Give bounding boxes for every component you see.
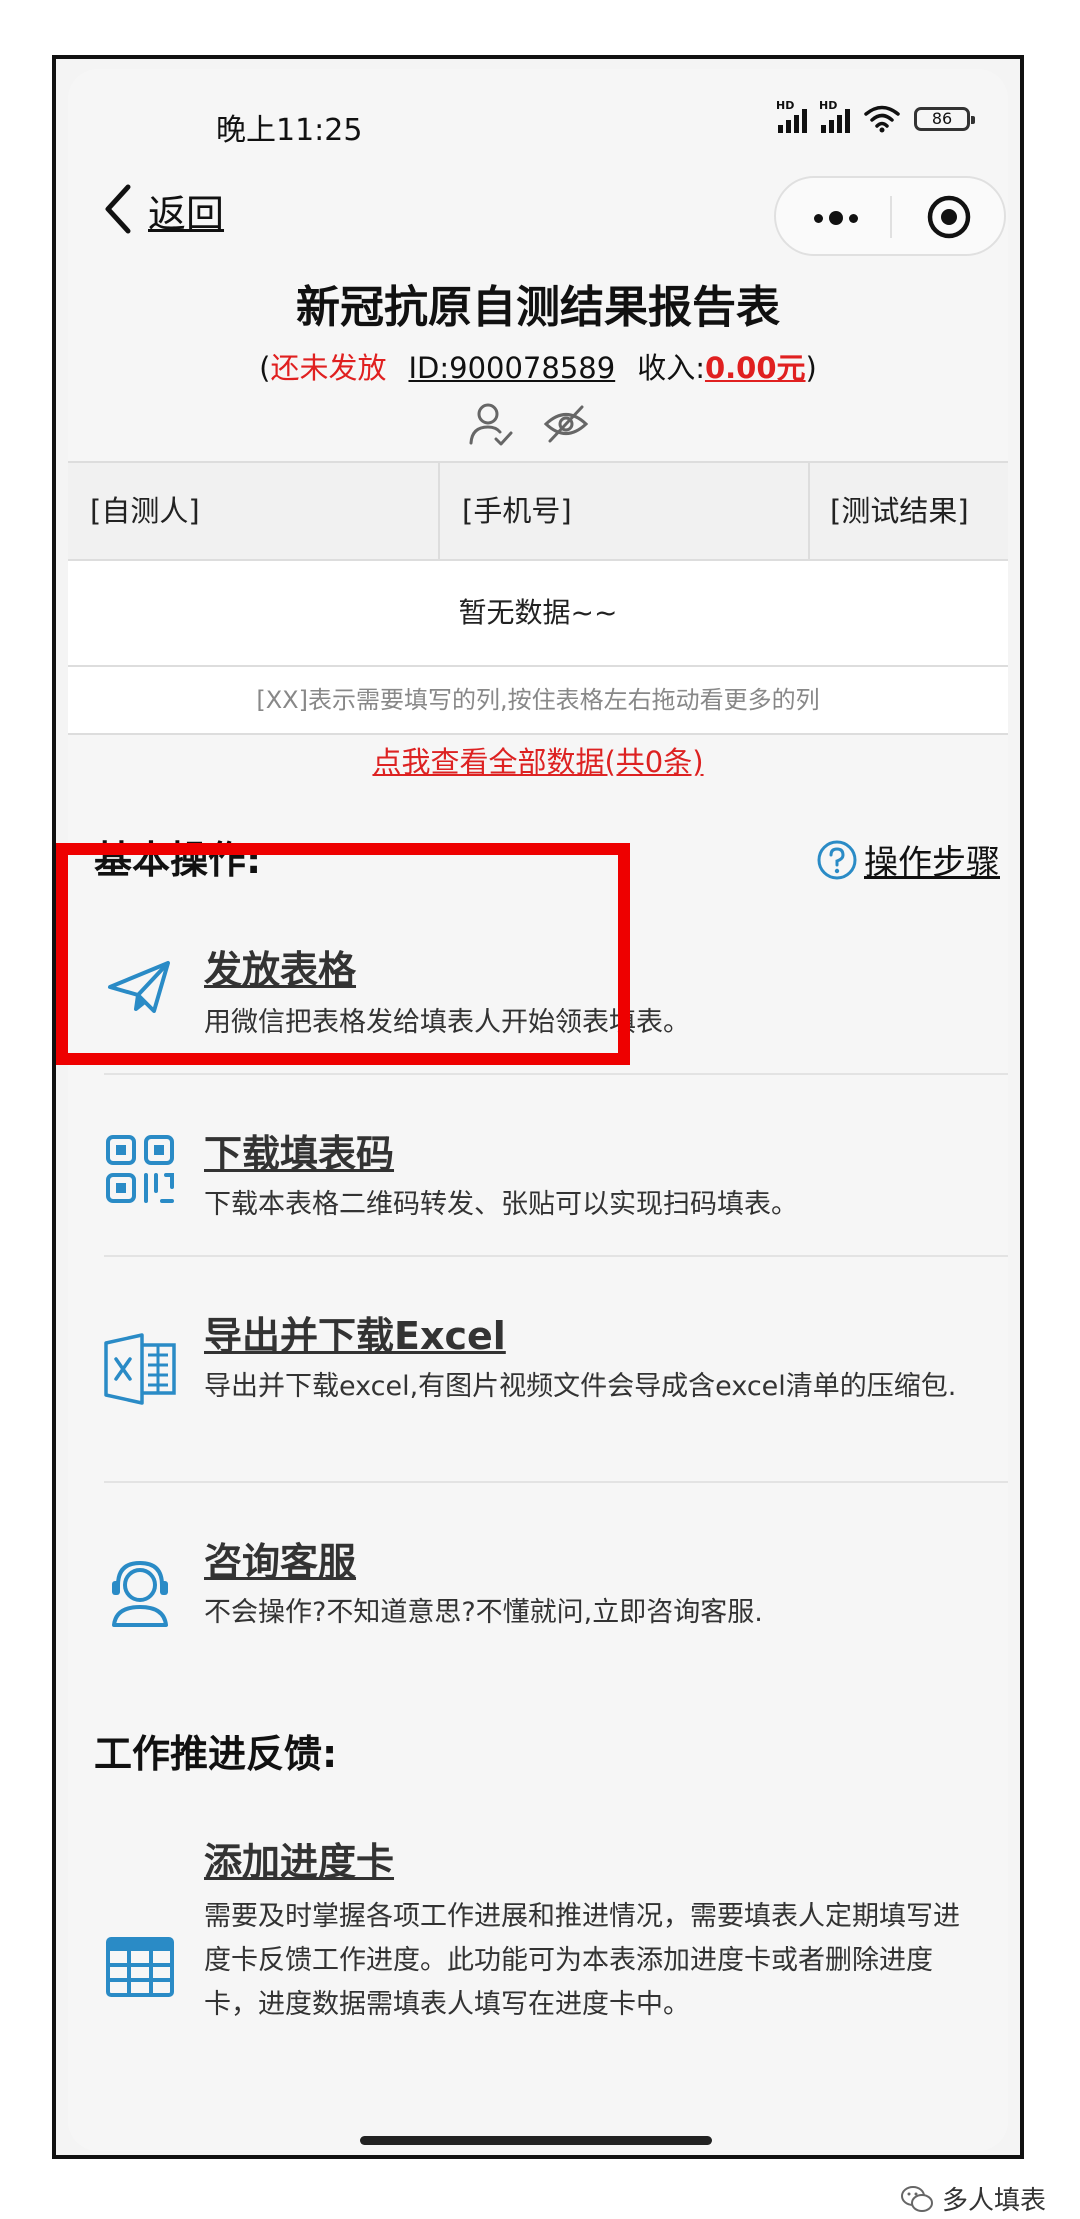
home-indicator[interactable] bbox=[360, 2136, 712, 2145]
empty-state: 暂无数据~~ bbox=[68, 561, 1008, 667]
income-value[interactable]: 0.00元 bbox=[705, 351, 806, 385]
divider bbox=[104, 1255, 1008, 1257]
op-title: 下载填表码 bbox=[204, 1132, 395, 1176]
back-button[interactable]: 返回 bbox=[148, 183, 224, 238]
op-title: 咨询客服 bbox=[204, 1540, 357, 1584]
feedback-title: 工作推进反馈: bbox=[94, 1732, 338, 1776]
eye-off-icon[interactable] bbox=[542, 401, 590, 447]
customer-service-icon bbox=[112, 1560, 168, 1627]
mini-program-capsule bbox=[774, 176, 1006, 256]
signal-icon: HD bbox=[776, 99, 807, 133]
column-header: [测试结果] bbox=[830, 494, 969, 528]
table-grid-icon bbox=[106, 1937, 174, 1997]
status-bar: 晚上11:25 HD HD 86 bbox=[68, 69, 1008, 159]
column-header: [自测人] bbox=[68, 463, 440, 559]
highlight-annotation-box bbox=[56, 843, 630, 1065]
data-table[interactable]: [自测人] [手机号] [测试结果] 暂无数据~~ [XX]表示需要填写的列,按… bbox=[68, 461, 1008, 735]
close-mini-program-icon[interactable] bbox=[926, 194, 972, 240]
more-options-icon[interactable] bbox=[814, 211, 858, 225]
divider bbox=[104, 1481, 1008, 1483]
status-icons: HD HD 86 bbox=[776, 99, 975, 133]
meta-icons bbox=[466, 401, 590, 447]
income-label: 收入: bbox=[637, 351, 705, 385]
page-title: 新冠抗原自测结果报告表 bbox=[296, 282, 780, 333]
signal-icon-2: HD bbox=[819, 99, 850, 133]
status-time: 晚上11:25 bbox=[216, 113, 363, 148]
op-desc: 不会操作?不知道意思?不懂就问,立即咨询客服. bbox=[204, 1597, 763, 1628]
qr-code-icon bbox=[106, 1135, 174, 1203]
watermark-text: 多人填表 bbox=[942, 2186, 1047, 2216]
op-desc: 需要及时掌握各项工作进展和推进情况，需要填表人定期填写进度卡反馈工作进度。此功能… bbox=[204, 1901, 960, 2020]
op-title: 添加进度卡 bbox=[204, 1840, 395, 1884]
column-header: [手机号] bbox=[440, 463, 810, 559]
form-status: 还未发放 bbox=[270, 351, 387, 385]
watermark: 多人填表 bbox=[900, 2180, 1046, 2217]
phone-frame: 晚上11:25 HD HD 86 返回 新冠抗原自测结果报告表 (还未发放 ID… bbox=[52, 55, 1024, 2159]
help-icon bbox=[817, 840, 857, 879]
op-title: 导出并下载Excel bbox=[204, 1314, 506, 1358]
form-id[interactable]: ID:900078589 bbox=[408, 351, 615, 385]
table-header-row: [自测人] [手机号] [测试结果] bbox=[68, 463, 1008, 561]
wechat-official-account-icon bbox=[901, 2185, 933, 2212]
excel-icon bbox=[104, 1333, 176, 1405]
table-hint: [XX]表示需要填写的列,按住表格左右拖动看更多的列 bbox=[256, 686, 820, 714]
back-chevron-icon[interactable] bbox=[98, 181, 138, 237]
wifi-icon bbox=[864, 105, 900, 133]
battery-indicator: 86 bbox=[914, 107, 975, 131]
help-steps-link[interactable]: 操作步骤 bbox=[816, 835, 1000, 884]
view-all-data-link[interactable]: 点我查看全部数据(共0条) bbox=[68, 739, 1008, 781]
app-screen: 晚上11:25 HD HD 86 返回 新冠抗原自测结果报告表 (还未发放 ID… bbox=[68, 69, 1008, 2151]
form-meta: (还未发放 ID:900078589 收入:0.00元) bbox=[259, 351, 817, 385]
op-desc: 下载本表格二维码转发、张贴可以实现扫码填表。 bbox=[204, 1189, 798, 1220]
divider bbox=[104, 1073, 1008, 1075]
user-check-icon[interactable] bbox=[466, 401, 514, 447]
op-desc: 导出并下载excel,有图片视频文件会导成含excel清单的压缩包. bbox=[204, 1371, 957, 1402]
